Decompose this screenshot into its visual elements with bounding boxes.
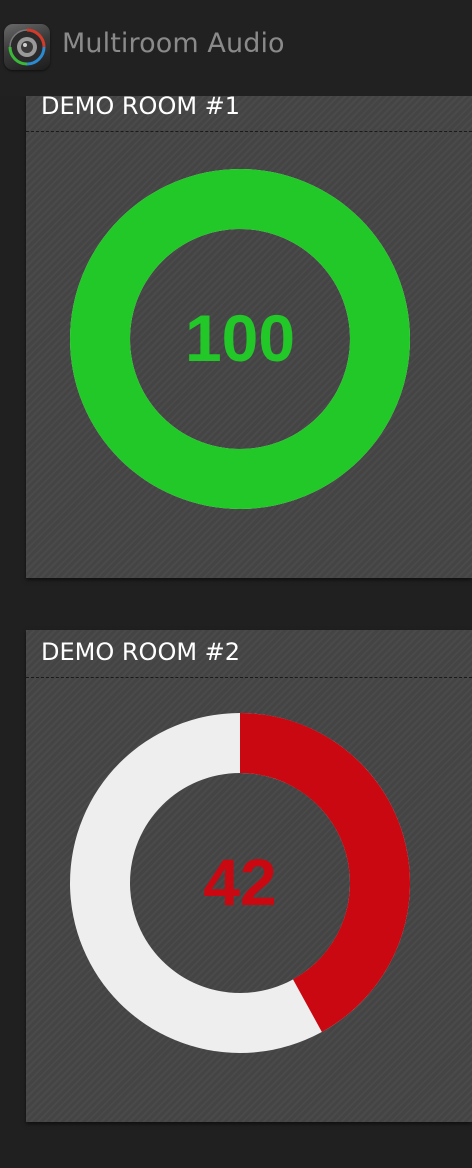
gauge-value: 42 bbox=[203, 845, 276, 919]
app-title: Multiroom Audio bbox=[62, 28, 285, 59]
volume-gauge[interactable]: 100 bbox=[70, 169, 410, 509]
room-header: DEMO ROOM #2 bbox=[26, 630, 472, 678]
room-header: DEMO ROOM #1 bbox=[26, 96, 472, 132]
room-widget-1: DEMO ROOM #1 100 bbox=[26, 96, 472, 578]
volume-gauge[interactable]: 42 bbox=[70, 713, 410, 1053]
action-bar: Multiroom Audio bbox=[0, 0, 472, 96]
gauge-value: 100 bbox=[185, 301, 295, 375]
speaker-icon[interactable] bbox=[4, 24, 50, 70]
room-widget-2: DEMO ROOM #2 42 bbox=[26, 630, 472, 1122]
room-title: DEMO ROOM #1 bbox=[41, 96, 241, 120]
app-screen: Multiroom Audio DEMO ROOM #1 100 DEMO RO… bbox=[0, 0, 472, 1168]
room-title: DEMO ROOM #2 bbox=[41, 638, 241, 666]
